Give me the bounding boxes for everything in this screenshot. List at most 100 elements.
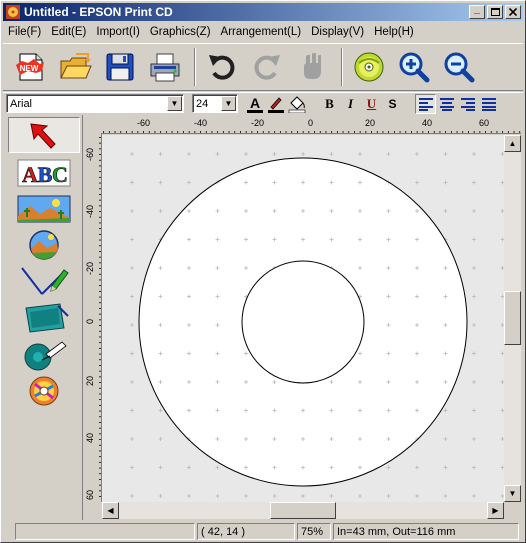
zoom-in-icon xyxy=(399,52,430,83)
redo-button[interactable] xyxy=(246,46,288,88)
menu-import[interactable]: Import(I) xyxy=(91,26,144,38)
ruler-label: 60 xyxy=(85,490,95,500)
menu-display[interactable]: Display(V) xyxy=(306,26,369,38)
dropdown-arrow-icon[interactable]: ▼ xyxy=(167,96,182,111)
dropdown-arrow-icon[interactable]: ▼ xyxy=(221,96,236,111)
ruler-label: 20 xyxy=(85,376,95,386)
ruler-label: 0 xyxy=(308,118,313,128)
open-button[interactable] xyxy=(54,46,96,88)
circle-tool-button[interactable] xyxy=(8,337,80,373)
new-label: NEW xyxy=(20,64,39,73)
menu-arrangement[interactable]: Arrangement(L) xyxy=(216,26,307,38)
menu-help[interactable]: Help(H) xyxy=(369,26,419,38)
text-tool-icon: A B C xyxy=(17,159,71,187)
scroll-up-button[interactable]: ▲ xyxy=(504,135,521,152)
menu-bar: File(F) Edit(E) Import(I) Graphics(Z) Ar… xyxy=(3,22,523,42)
save-button[interactable] xyxy=(99,46,141,88)
main-window: Untitled - EPSON Print CD _ File(F) Edit… xyxy=(0,0,526,543)
cd-icon xyxy=(354,52,384,82)
circle-image-tool-icon xyxy=(29,230,59,260)
align-center-icon xyxy=(439,97,454,111)
text-tool-button[interactable]: A B C xyxy=(8,155,80,191)
align-left-button[interactable] xyxy=(415,93,436,114)
circle-image-tool-button[interactable] xyxy=(8,227,80,263)
cd-button[interactable] xyxy=(348,46,390,88)
menu-edit[interactable]: Edit(E) xyxy=(46,26,91,38)
line-tool-icon xyxy=(21,267,69,295)
title-bar[interactable]: Untitled - EPSON Print CD _ xyxy=(3,3,523,21)
text-color-button[interactable]: A xyxy=(244,94,265,114)
svg-text:B: B xyxy=(38,162,53,187)
ruler-label: -20 xyxy=(251,118,264,128)
ruler-label: 40 xyxy=(422,118,432,128)
horizontal-scroll-thumb[interactable] xyxy=(270,502,336,519)
vertical-ruler: -60 -40 -20 0 20 40 60 xyxy=(84,134,102,502)
image-tool-icon xyxy=(17,195,71,223)
fill-color-button[interactable] xyxy=(286,94,307,114)
svg-text:A: A xyxy=(249,95,259,111)
italic-button[interactable]: I xyxy=(340,94,361,114)
bold-button[interactable]: B xyxy=(319,94,340,114)
zoom-out-button[interactable] xyxy=(438,46,480,88)
minimize-icon: _ xyxy=(474,4,480,15)
zoom-out-icon xyxy=(444,52,475,83)
cd-inner-circle[interactable] xyxy=(241,260,365,384)
shape-tool-button[interactable] xyxy=(8,301,80,337)
new-button[interactable]: NEW xyxy=(9,46,51,88)
strikeout-button[interactable]: S xyxy=(382,94,403,114)
scroll-down-button[interactable]: ▼ xyxy=(504,485,521,502)
close-icon xyxy=(509,8,517,16)
zoom-level: 75% xyxy=(297,523,331,540)
align-left-icon xyxy=(418,97,433,111)
cd-background-button[interactable] xyxy=(8,373,80,409)
line-color-button[interactable] xyxy=(265,94,286,114)
toolbar-separator xyxy=(341,48,343,86)
minimize-button[interactable]: _ xyxy=(469,5,485,19)
justify-button[interactable] xyxy=(478,94,499,114)
vertical-scroll-thumb[interactable] xyxy=(504,291,521,345)
ruler-label: -40 xyxy=(85,205,95,218)
font-name-select[interactable]: Arial ▼ xyxy=(6,94,184,113)
maximize-button[interactable] xyxy=(487,5,503,19)
select-arrow-icon xyxy=(30,123,56,149)
font-size-select[interactable]: 24 ▼ xyxy=(192,94,238,113)
save-disk-icon xyxy=(106,53,134,81)
clear-button[interactable] xyxy=(291,46,333,88)
align-right-icon xyxy=(460,97,475,111)
main-toolbar: NEW xyxy=(3,43,523,91)
undo-button[interactable] xyxy=(201,46,243,88)
status-bar: ( 42, 14 ) 75% In=43 mm, Out=116 mm xyxy=(3,522,523,541)
ruler-label: -20 xyxy=(85,262,95,275)
scroll-left-button[interactable]: ◀ xyxy=(102,502,119,519)
scroll-right-button[interactable]: ▶ xyxy=(487,502,504,519)
shape-tool-icon xyxy=(25,303,69,333)
ruler-label: 0 xyxy=(85,319,95,324)
align-center-button[interactable] xyxy=(436,94,457,114)
ruler-corner xyxy=(84,116,101,134)
close-button[interactable] xyxy=(505,5,521,19)
maximize-icon xyxy=(490,8,500,16)
image-tool-button[interactable] xyxy=(8,191,80,227)
vertical-scrollbar[interactable]: ▲ ▼ xyxy=(504,135,521,502)
align-right-button[interactable] xyxy=(457,94,478,114)
line-tool-button[interactable] xyxy=(8,263,80,299)
app-icon[interactable] xyxy=(5,4,21,20)
open-folder-icon xyxy=(60,53,92,79)
cd-canvas[interactable] xyxy=(102,135,504,502)
menu-graphics[interactable]: Graphics(Z) xyxy=(145,26,216,38)
horizontal-scrollbar[interactable]: ◀ ▶ xyxy=(102,502,504,519)
pen-icon xyxy=(267,96,284,113)
arrow-down-icon: ▼ xyxy=(508,489,517,498)
paint-bucket-icon xyxy=(288,95,305,113)
menu-file[interactable]: File(F) xyxy=(3,26,46,38)
print-button[interactable] xyxy=(144,46,186,88)
arrow-right-icon: ▶ xyxy=(492,506,499,515)
font-size-value: 24 xyxy=(196,97,209,110)
zoom-in-button[interactable] xyxy=(393,46,435,88)
underline-button[interactable]: U xyxy=(361,94,382,114)
svg-text:A: A xyxy=(22,162,38,187)
cursor-coordinates: ( 42, 14 ) xyxy=(197,523,295,540)
arrow-up-icon: ▲ xyxy=(508,139,517,148)
status-message xyxy=(15,523,195,540)
select-tool-button[interactable] xyxy=(8,117,80,153)
